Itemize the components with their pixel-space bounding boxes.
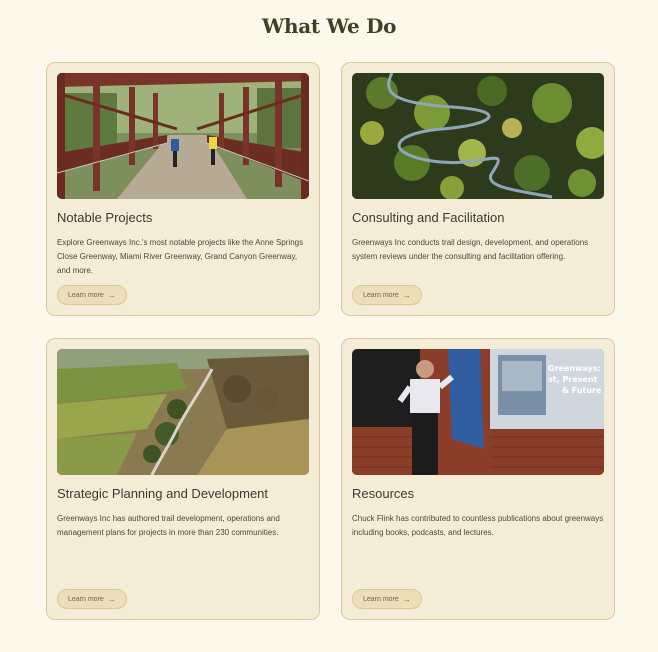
arrow-right-icon: → xyxy=(402,594,411,604)
winding-trail-aerial-photo xyxy=(352,73,604,199)
card-notable-projects: Notable Projects Explore Greenways Inc.'… xyxy=(46,62,320,316)
speaker-lecture-photo: Greenways: st, Present & Future xyxy=(352,349,604,475)
learn-more-button[interactable]: Learn more → xyxy=(352,285,422,305)
card-title: Strategic Planning and Development xyxy=(57,486,269,501)
bridge-cyclists-photo xyxy=(57,73,309,199)
card-title: Resources xyxy=(352,486,415,501)
button-label: Learn more xyxy=(68,595,104,603)
card-title: Notable Projects xyxy=(57,210,153,225)
card-strategic-planning: Strategic Planning and Development Green… xyxy=(46,338,320,620)
slide-text-line: & Future xyxy=(562,386,602,395)
card-consulting-facilitation: Consulting and Facilitation Greenways In… xyxy=(341,62,615,316)
slide-text-line: st, Present xyxy=(548,375,598,384)
card-title: Consulting and Facilitation xyxy=(352,210,505,225)
card-description: Greenways Inc has authored trail develop… xyxy=(57,514,280,537)
learn-more-button[interactable]: Learn more → xyxy=(57,285,127,305)
section-title: What We Do xyxy=(261,14,397,38)
arrow-right-icon: → xyxy=(107,290,116,300)
card-resources: Greenways: st, Present & Future Resource… xyxy=(341,338,615,620)
slide-text: Greenways: st, Present & Future xyxy=(548,363,602,396)
button-label: Learn more xyxy=(68,291,104,299)
card-description: Greenways Inc conducts trail design, dev… xyxy=(352,238,589,261)
greenway-countryside-aerial-photo xyxy=(57,349,309,475)
slide-text-line: Greenways: xyxy=(548,364,601,373)
learn-more-button[interactable]: Learn more → xyxy=(352,589,422,609)
button-label: Learn more xyxy=(363,291,399,299)
card-description: Explore Greenways Inc.'s most notable pr… xyxy=(57,238,304,275)
learn-more-button[interactable]: Learn more → xyxy=(57,589,127,609)
arrow-right-icon: → xyxy=(107,594,116,604)
card-description: Chuck Flink has contributed to countless… xyxy=(352,514,604,537)
arrow-right-icon: → xyxy=(402,290,411,300)
button-label: Learn more xyxy=(363,595,399,603)
